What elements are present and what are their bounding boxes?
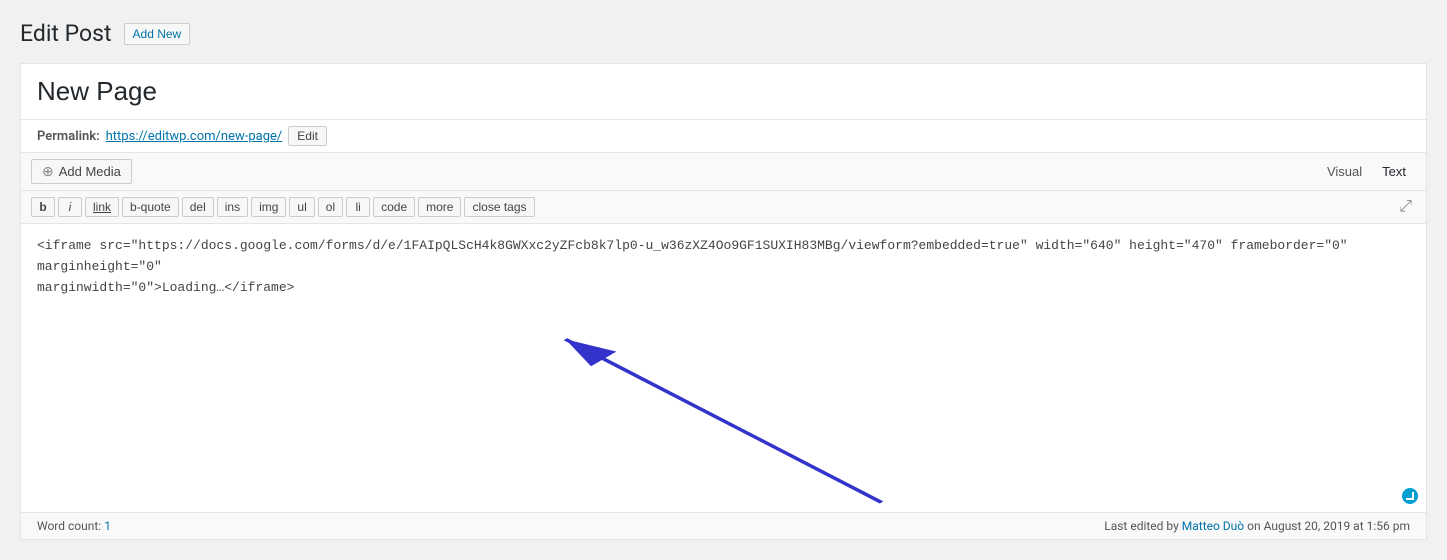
format-btn-img[interactable]: img	[251, 197, 286, 217]
word-count: Word count: 1	[37, 519, 111, 533]
format-btn-code[interactable]: code	[373, 197, 415, 217]
tab-visual[interactable]: Visual	[1317, 160, 1372, 183]
format-btn-ul[interactable]: ul	[289, 197, 314, 217]
word-count-label: Word count:	[37, 519, 101, 533]
add-media-label: Add Media	[59, 164, 121, 179]
last-edited-prefix: Last edited by	[1104, 519, 1179, 533]
last-edited-info: Last edited by Matteo Duò on August 20, …	[1104, 519, 1410, 533]
add-media-button[interactable]: ⊕ Add Media	[31, 159, 132, 184]
permalink-label: Permalink:	[37, 129, 100, 144]
editor-textarea[interactable]	[37, 236, 1410, 496]
permalink-url[interactable]: https://editwp.com/new-page/	[106, 129, 283, 144]
last-edited-author[interactable]: Matteo Duò	[1182, 519, 1244, 533]
page-title: Edit Post	[20, 20, 112, 47]
last-edited-suffix: on August 20, 2019 at 1:56 pm	[1247, 519, 1410, 533]
expand-editor-button[interactable]: ⤢	[1395, 196, 1416, 218]
editor-resize-handle[interactable]	[1402, 488, 1418, 504]
format-buttons-group: bilinkb-quotedelinsimgulollicodemoreclos…	[31, 197, 535, 217]
tab-text[interactable]: Text	[1372, 160, 1416, 183]
format-btn-b-quote[interactable]: b-quote	[122, 197, 179, 217]
format-btn-link[interactable]: link	[85, 197, 119, 217]
format-btn-i[interactable]: i	[58, 197, 82, 217]
format-btn-more[interactable]: more	[418, 197, 461, 217]
editor-mode-tabs: Visual Text	[1317, 160, 1416, 183]
format-btn-ol[interactable]: ol	[318, 197, 343, 217]
format-btn-ins[interactable]: ins	[217, 197, 248, 217]
format-btn-del[interactable]: del	[182, 197, 214, 217]
format-btn-b[interactable]: b	[31, 197, 55, 217]
word-count-value[interactable]: 1	[104, 519, 111, 533]
media-icon: ⊕	[42, 163, 54, 180]
permalink-edit-button[interactable]: Edit	[288, 126, 327, 146]
add-new-button[interactable]: Add New	[124, 23, 191, 45]
post-title-input[interactable]	[37, 72, 1410, 111]
format-btn-close-tags[interactable]: close tags	[464, 197, 534, 217]
format-btn-li[interactable]: li	[346, 197, 370, 217]
editor-content-area	[21, 224, 1426, 512]
